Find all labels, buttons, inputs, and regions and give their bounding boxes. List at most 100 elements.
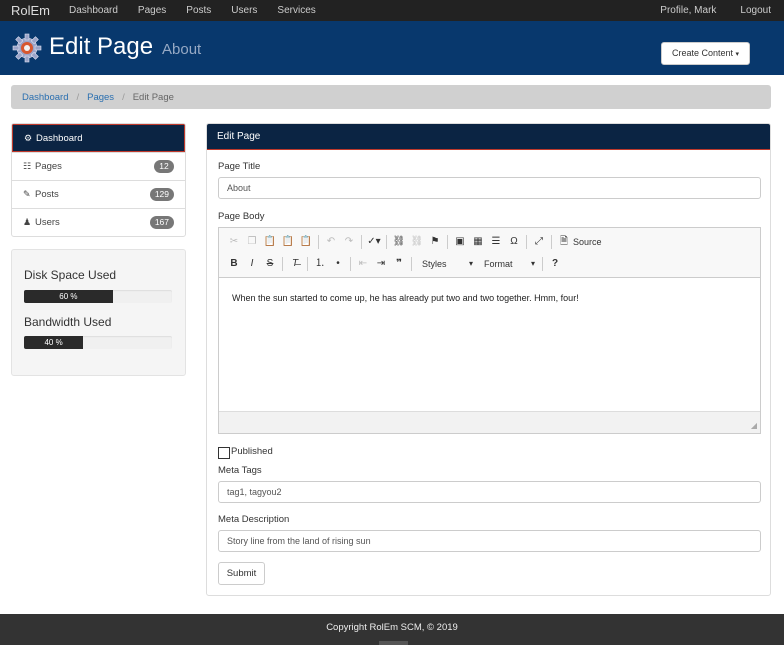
unlink-icon[interactable]: ⛓ xyxy=(408,233,426,251)
toolbar-separator xyxy=(386,235,387,249)
top-navbar: RolEm Dashboard Pages Posts Users Servic… xyxy=(0,0,784,21)
toolbar-row-2: B I S T̶ ⒈ • ⇤ ⇥ ❞ Styles Format ? xyxy=(225,254,564,274)
paste-icon[interactable]: 📋 xyxy=(261,233,279,251)
nav-link-users[interactable]: Users xyxy=(221,0,267,21)
page-title-input[interactable]: About xyxy=(218,177,761,199)
breadcrumb-separator: / xyxy=(122,91,125,103)
special-char-icon[interactable]: Ω xyxy=(505,233,523,251)
sidebar-item-label: Posts xyxy=(35,189,59,200)
copyright-text: Copyright RolEm SCM, © 2019 xyxy=(326,622,458,633)
gear-logo-icon xyxy=(12,33,42,63)
toolbar-separator xyxy=(411,257,412,271)
breadcrumb-current: Edit Page xyxy=(132,91,174,103)
bulleted-list-icon[interactable]: • xyxy=(329,255,347,273)
strikethrough-icon[interactable]: S xyxy=(261,255,279,273)
toolbar-separator xyxy=(350,257,351,271)
toolbar-separator xyxy=(542,257,543,271)
page-title: Edit Page xyxy=(49,33,154,60)
sidebar-item-users[interactable]: ♟ Users 167 xyxy=(12,208,185,236)
source-icon[interactable]: 🗎 xyxy=(555,233,573,251)
usage-panel: Disk Space Used 60 % Bandwidth Used 40 % xyxy=(11,249,186,376)
bandwidth-usage-label: Bandwidth Used xyxy=(24,315,112,329)
bandwidth-usage-fill: 40 % xyxy=(24,336,84,349)
sidebar-item-label: Pages xyxy=(35,161,62,172)
page-footer: Copyright RolEm SCM, © 2019 xyxy=(0,614,784,645)
gear-icon: ⚙ xyxy=(24,132,33,143)
sidebar-item-dashboard[interactable]: ⚙ Dashboard xyxy=(12,124,185,152)
source-button[interactable]: Source xyxy=(573,237,606,247)
horizontal-line-icon[interactable]: ☰ xyxy=(487,233,505,251)
create-content-button[interactable]: Create Content ▾ xyxy=(661,42,750,65)
rich-text-editor: ✂ ❐ 📋 📋 📋 ↶ ↷ ✓▾ ⛓ ⛓ ⚑ ▣ ▦ ☰ Ω ⤢ 🗎 Sourc… xyxy=(218,227,761,434)
styles-dropdown[interactable]: Styles xyxy=(417,256,475,272)
nav-link-posts[interactable]: Posts xyxy=(176,0,221,21)
panel-title: Edit Page xyxy=(207,124,770,150)
meta-tags-input[interactable]: tag1, tagyou2 xyxy=(218,481,761,503)
image-icon[interactable]: ▣ xyxy=(451,233,469,251)
cut-icon[interactable]: ✂ xyxy=(225,233,243,251)
copy-icon[interactable]: ❐ xyxy=(243,233,261,251)
published-label: Published xyxy=(231,446,273,457)
list-icon: ☷ xyxy=(23,161,32,171)
toolbar-separator xyxy=(318,235,319,249)
meta-tags-label: Meta Tags xyxy=(218,465,262,476)
disk-usage-bar: 60 % xyxy=(24,290,172,303)
italic-icon[interactable]: I xyxy=(243,255,261,273)
spellcheck-icon[interactable]: ✓▾ xyxy=(365,233,383,251)
redo-icon[interactable]: ↷ xyxy=(340,233,358,251)
pencil-icon: ✎ xyxy=(23,189,31,199)
breadcrumb: Dashboard / Pages / Edit Page xyxy=(11,85,771,109)
nav-link-profile[interactable]: Profile, Mark xyxy=(636,0,716,21)
indent-icon[interactable]: ⇥ xyxy=(372,255,390,273)
outdent-icon[interactable]: ⇤ xyxy=(354,255,372,273)
editor-footer: ◢ xyxy=(219,411,760,433)
toolbar-separator xyxy=(447,235,448,249)
brand-logo-text[interactable]: RolEm xyxy=(11,3,50,18)
link-icon[interactable]: ⛓ xyxy=(390,233,408,251)
bandwidth-usage-bar: 40 % xyxy=(24,336,172,349)
sidebar-item-posts[interactable]: ✎ Posts 129 xyxy=(12,180,185,208)
maximize-icon[interactable]: ⤢ xyxy=(530,233,548,251)
create-content-label: Create Content xyxy=(671,48,733,58)
footer-scroll-tab xyxy=(379,641,408,645)
nav-link-pages[interactable]: Pages xyxy=(128,0,176,21)
meta-description-label: Meta Description xyxy=(218,514,290,525)
toolbar-separator xyxy=(526,235,527,249)
remove-format-icon[interactable]: T̶ xyxy=(286,255,304,273)
toolbar-row-1: ✂ ❐ 📋 📋 📋 ↶ ↷ ✓▾ ⛓ ⛓ ⚑ ▣ ▦ ☰ Ω ⤢ 🗎 Sourc… xyxy=(225,232,606,252)
paste-word-icon[interactable]: 📋 xyxy=(297,233,315,251)
format-dropdown[interactable]: Format xyxy=(479,256,537,272)
disk-usage-label: Disk Space Used xyxy=(24,268,117,282)
resize-handle-icon[interactable]: ◢ xyxy=(751,421,757,430)
toolbar-separator xyxy=(551,235,552,249)
breadcrumb-dashboard[interactable]: Dashboard xyxy=(22,92,68,103)
nav-link-logout[interactable]: Logout xyxy=(716,0,771,21)
numbered-list-icon[interactable]: ⒈ xyxy=(311,255,329,273)
page-header: Edit Page About Create Content ▾ xyxy=(0,21,784,75)
bold-icon[interactable]: B xyxy=(225,255,243,273)
help-icon[interactable]: ? xyxy=(546,255,564,273)
page-body-label: Page Body xyxy=(218,211,265,222)
table-icon[interactable]: ▦ xyxy=(469,233,487,251)
anchor-flag-icon[interactable]: ⚑ xyxy=(426,233,444,251)
nav-link-services[interactable]: Services xyxy=(267,0,325,21)
breadcrumb-pages[interactable]: Pages xyxy=(87,92,114,103)
undo-icon[interactable]: ↶ xyxy=(322,233,340,251)
editor-content[interactable]: When the sun started to come up, he has … xyxy=(219,278,760,411)
sidebar-item-pages[interactable]: ☷ Pages 12 xyxy=(12,152,185,180)
toolbar-separator xyxy=(282,257,283,271)
count-badge: 167 xyxy=(149,216,174,229)
toolbar-separator xyxy=(361,235,362,249)
blockquote-icon[interactable]: ❞ xyxy=(390,255,408,273)
published-checkbox[interactable] xyxy=(218,447,230,459)
submit-button[interactable]: Submit xyxy=(218,562,265,585)
editor-toolbar: ✂ ❐ 📋 📋 📋 ↶ ↷ ✓▾ ⛓ ⛓ ⚑ ▣ ▦ ☰ Ω ⤢ 🗎 Sourc… xyxy=(219,228,760,278)
main-nav: Dashboard Pages Posts Users Services xyxy=(59,0,326,21)
user-icon: ♟ xyxy=(23,217,32,227)
sidebar-menu: ⚙ Dashboard ☷ Pages 12 ✎ Posts 129 ♟ Use… xyxy=(11,123,186,237)
toolbar-separator xyxy=(307,257,308,271)
meta-description-input[interactable]: Story line from the land of rising sun xyxy=(218,530,761,552)
nav-link-dashboard[interactable]: Dashboard xyxy=(59,0,128,21)
page-subtitle: About xyxy=(162,41,202,58)
paste-text-icon[interactable]: 📋 xyxy=(279,233,297,251)
